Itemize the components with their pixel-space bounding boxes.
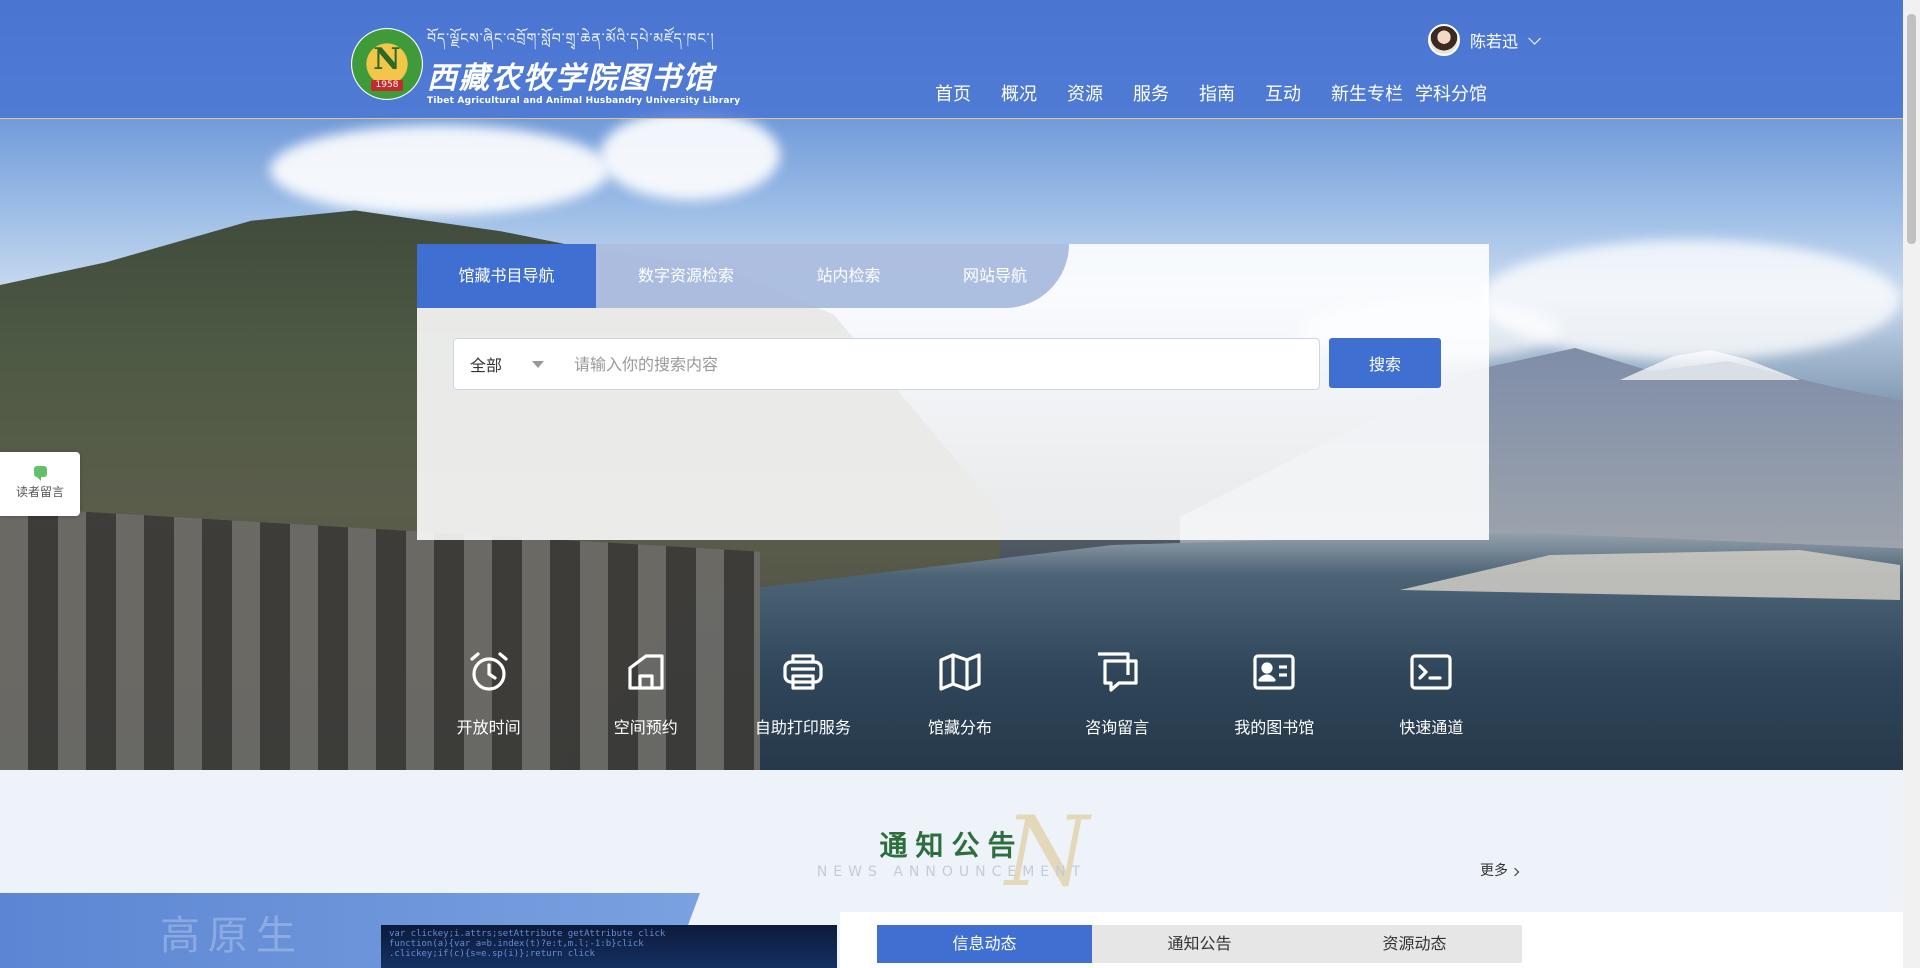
quick-links: 开放时间 空间预约 自助打印服务 馆藏分布 咨询留言 我的图书馆 快速通道 [410,646,1510,738]
page-scrollbar[interactable] [1903,0,1920,968]
cloud [270,125,610,215]
chevron-right-icon [1510,867,1520,877]
quick-link-label: 馆藏分布 [927,718,992,737]
nav-item-services[interactable]: 服务 [1118,80,1184,106]
logo-chinese-name: 西藏农牧学院图书馆 [427,61,715,96]
quick-link-my-library[interactable]: 我的图书馆 [1196,646,1353,738]
search-scope-select[interactable]: 全部 [454,352,574,376]
news-background-text: 高原生 [160,913,304,959]
nav-item-overview[interactable]: 概况 [986,80,1052,106]
reader-feedback-float[interactable]: 读者留言 [0,452,80,516]
nav-item-resources[interactable]: 资源 [1052,80,1118,106]
search-input[interactable] [574,339,1319,389]
search-scope-value: 全部 [470,356,503,375]
quick-link-space-booking[interactable]: 空间预约 [567,646,724,738]
nav-item-guide[interactable]: 指南 [1184,80,1250,106]
search-box: 全部 [453,338,1320,390]
news-thumbnail[interactable]: var clickey;i.attrs;setAttribute getAttr… [381,925,837,968]
search-row: 全部 搜索 [453,338,1441,390]
quick-link-fast-track[interactable]: 快速通道 [1353,646,1510,738]
tab-site-navigation[interactable]: 网站导航 [921,244,1069,308]
space-booking-icon [567,646,724,698]
alarm-clock-icon [410,646,567,698]
search-tabs: 馆藏书目导航 数字资源检索 站内检索 网站导航 [417,244,1069,308]
main-nav: 首页 概况 资源 服务 指南 互动 新生专栏 学科分馆 [920,80,1493,106]
news-section-subtitle: NEWS ANNOUNCEMENT [816,864,1087,880]
news-more-link[interactable]: 更多 [1480,860,1520,880]
chat-icon [1039,646,1196,698]
cloud [600,110,780,200]
news-more-label: 更多 [1480,863,1508,879]
reader-feedback-label: 读者留言 [15,485,64,499]
quick-link-consultation[interactable]: 咨询留言 [1039,646,1196,738]
university-emblem-icon: N 1958 [351,28,423,100]
quick-link-label: 快速通道 [1399,718,1464,737]
site-logo[interactable]: N 1958 བོད་ལྗོངས་ཞིང་འབྲོག་སློབ་གྲྭ་ཆེན་… [351,22,740,106]
terminal-icon [1353,646,1510,698]
nav-item-home[interactable]: 首页 [920,80,986,106]
news-tab-notices[interactable]: 通知公告 [1092,925,1307,963]
tab-catalog[interactable]: 馆藏书目导航 [417,244,596,308]
news-tab-resources[interactable]: 资源动态 [1307,925,1522,963]
user-name: 陈若迅 [1470,32,1519,51]
quick-link-label: 我的图书馆 [1234,718,1315,737]
search-button[interactable]: 搜索 [1329,338,1441,388]
caret-down-icon [532,360,545,368]
map-icon [881,646,1038,698]
quick-link-collection-map[interactable]: 馆藏分布 [881,646,1038,738]
logo-english-name: Tibet Agricultural and Animal Husbandry … [427,96,741,106]
quick-link-opening-hours[interactable]: 开放时间 [410,646,567,738]
message-icon [33,466,47,481]
emblem-year: 1958 [371,80,403,91]
quick-link-label: 自助打印服务 [754,718,851,737]
tab-site-search[interactable]: 站内检索 [776,244,921,308]
nav-item-freshmen[interactable]: 新生专栏 [1316,80,1409,106]
nav-item-interaction[interactable]: 互动 [1250,80,1316,106]
news-tabs: 信息动态 通知公告 资源动态 [877,925,1522,963]
avatar [1428,24,1460,56]
nav-item-branches[interactable]: 学科分馆 [1409,80,1493,106]
news-thumbnail-code: var clickey;i.attrs;setAttribute getAttr… [389,929,666,959]
news-tab-updates[interactable]: 信息动态 [877,925,1092,963]
scrollbar-thumb[interactable] [1907,14,1916,244]
quick-link-self-print[interactable]: 自助打印服务 [724,646,881,738]
id-card-icon [1196,646,1353,698]
user-menu[interactable]: 陈若迅 [1428,24,1542,56]
tab-digital-resources[interactable]: 数字资源检索 [596,244,776,308]
quick-link-label: 空间预约 [613,718,678,737]
quick-link-label: 开放时间 [456,718,521,737]
logo-text: བོད་ལྗོངས་ཞིང་འབྲོག་སློབ་གྲྭ་ཆེན་མོའི་དཔ… [427,22,740,106]
news-section-title: 通知公告 [879,829,1024,862]
emblem-letter: N [373,42,401,77]
search-panel: 馆藏书目导航 数字资源检索 站内检索 网站导航 全部 搜索 [417,244,1489,540]
quick-link-label: 咨询留言 [1085,718,1150,737]
news-section-header: N 通知公告 NEWS ANNOUNCEMENT [0,800,1903,900]
printer-icon [724,646,881,698]
logo-tibetan-text: བོད་ལྗོངས་ཞིང་འབྲོག་སློབ་གྲྭ་ཆེན་མོའི་དཔ… [427,31,715,47]
